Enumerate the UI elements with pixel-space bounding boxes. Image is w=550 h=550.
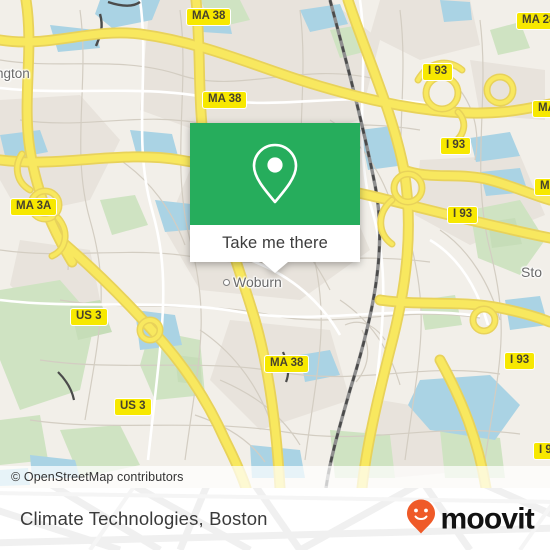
place-label: ngton — [0, 66, 30, 81]
road-shield: MA 3A — [10, 198, 58, 216]
road-shield: MA — [534, 178, 550, 196]
osm-attribution[interactable]: © OpenStreetMap contributors — [0, 466, 550, 488]
take-me-there-button[interactable]: Take me there — [190, 225, 360, 262]
popup-tail — [262, 262, 288, 273]
moovit-logo[interactable]: moovit — [406, 499, 535, 540]
road-shield: I 93 — [422, 63, 454, 81]
road-shield: US 3 — [114, 398, 152, 416]
road-shield: MA 28 — [516, 12, 550, 30]
moovit-smiley-pin-icon — [406, 499, 436, 540]
place-label-woburn: Woburn — [233, 274, 282, 290]
road-shield: I 93 — [504, 352, 536, 370]
road-shield: I 93 — [447, 206, 479, 224]
road-shield: I 93 — [440, 137, 472, 155]
place-marker-dot — [223, 279, 230, 286]
road-shield: MA 38 — [202, 91, 248, 109]
place-label: Sto — [521, 264, 543, 280]
map-pin-icon — [248, 141, 302, 207]
popup-header — [190, 123, 360, 225]
road-shield: MA 38 — [186, 8, 232, 26]
map-screenshot: MA 38 MA 28 MA 38 I 93 I 93 MA 2 I 93 MA… — [0, 0, 550, 550]
osm-attribution-text: © OpenStreetMap contributors — [11, 470, 184, 484]
page-title: Climate Technologies, Boston — [20, 508, 268, 529]
location-popup-card[interactable]: Take me there — [190, 123, 360, 273]
moovit-wordmark: moovit — [440, 502, 534, 535]
take-me-there-label: Take me there — [222, 234, 328, 252]
footer-bar: Climate Technologies, Boston moovit — [0, 488, 550, 550]
road-shield: MA 2 — [532, 100, 550, 118]
road-shield: US 3 — [70, 308, 108, 326]
road-shield: MA 38 — [264, 355, 310, 373]
road-shield: I 93 — [533, 442, 550, 460]
